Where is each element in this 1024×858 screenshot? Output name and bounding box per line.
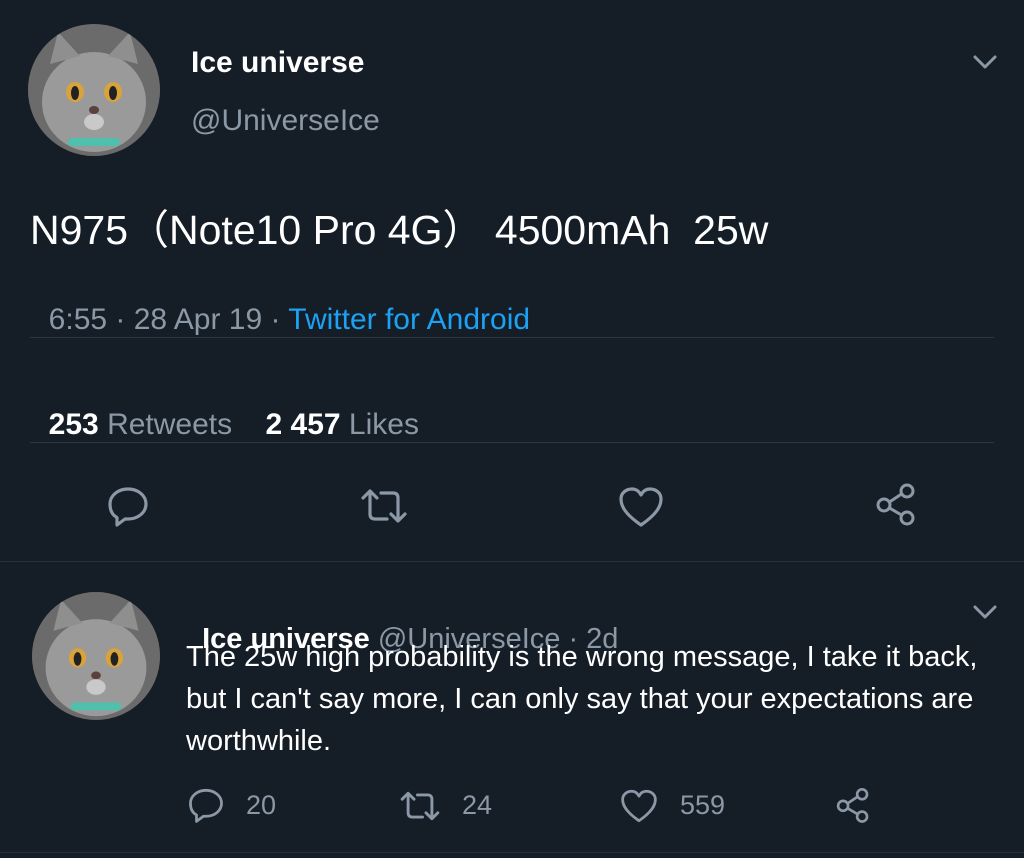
reply-count: 20 bbox=[246, 790, 277, 820]
divider bbox=[0, 561, 1024, 562]
divider bbox=[0, 852, 1024, 853]
divider bbox=[30, 337, 994, 338]
retweets-stat[interactable]: 253 Retweets bbox=[49, 408, 232, 441]
tweet-stats: 253 Retweets 2 457 Likes bbox=[32, 374, 419, 442]
likes-label: Likes bbox=[348, 408, 419, 441]
likes-stat[interactable]: 2 457 Likes bbox=[265, 408, 418, 441]
chevron-down-icon[interactable] bbox=[968, 48, 1002, 76]
share-icon[interactable] bbox=[872, 480, 920, 528]
heart-icon[interactable] bbox=[616, 484, 666, 530]
like-count: 559 bbox=[680, 790, 726, 820]
author-name[interactable]: Ice universe bbox=[191, 46, 364, 80]
share-icon[interactable] bbox=[832, 784, 874, 826]
reply-author-avatar[interactable] bbox=[32, 592, 160, 720]
tweet-timestamp: 6:55 · 28 Apr 19 · bbox=[48, 303, 289, 336]
reply-icon[interactable] bbox=[186, 785, 226, 825]
tweet-text: N975（Note10 Pro 4G） 4500mAh 25w bbox=[30, 207, 769, 253]
author-handle[interactable]: @UniverseIce bbox=[191, 104, 380, 138]
likes-count: 2 457 bbox=[265, 408, 341, 441]
reply-icon[interactable] bbox=[104, 482, 152, 530]
retweet-icon[interactable] bbox=[356, 484, 412, 528]
divider bbox=[30, 442, 994, 443]
retweet-icon[interactable] bbox=[396, 787, 444, 825]
retweet-count: 24 bbox=[462, 790, 493, 820]
heart-icon[interactable] bbox=[618, 786, 660, 826]
reply-text: The 25w high probability is the wrong me… bbox=[186, 641, 978, 757]
chevron-down-icon[interactable] bbox=[968, 598, 1002, 626]
retweets-count: 253 bbox=[48, 408, 99, 441]
author-avatar[interactable] bbox=[28, 24, 160, 156]
tweet-source-link[interactable]: Twitter for Android bbox=[288, 303, 530, 336]
retweets-label: Retweets bbox=[107, 408, 233, 441]
tweet-meta: 6:55 · 28 Apr 19 · Twitter for Android bbox=[32, 269, 530, 337]
